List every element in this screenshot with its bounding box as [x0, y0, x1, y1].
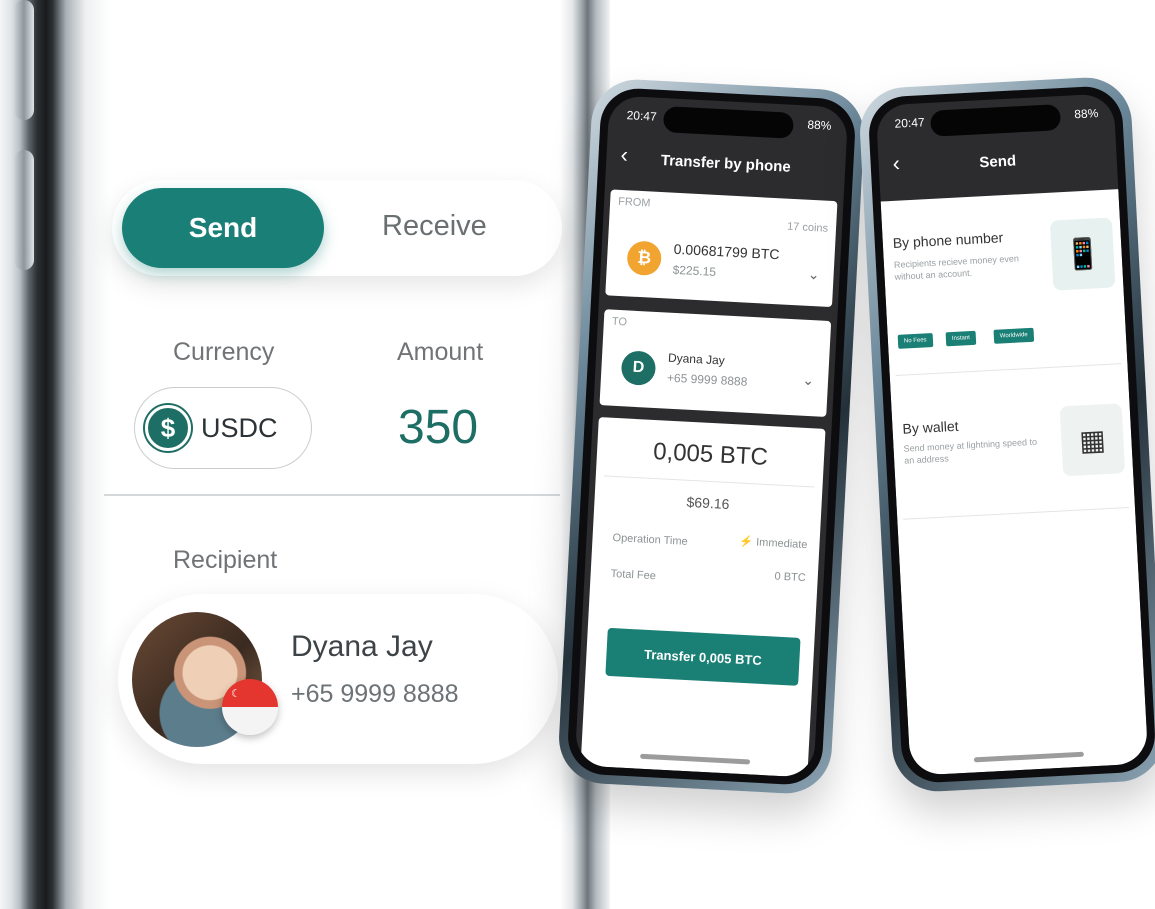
bitcoin-icon: ₿	[626, 240, 663, 277]
transfer-button[interactable]: Transfer 0,005 BTC	[605, 627, 801, 686]
operation-time-value: ⚡ Immediate	[739, 535, 808, 552]
send-receive-toggle: Send Receive	[112, 180, 562, 276]
status-time: 20:47	[626, 108, 658, 124]
from-label: FROM	[617, 195, 651, 210]
notch	[662, 106, 794, 139]
from-card[interactable]: FROM 17 coins ₿ 0.00681799 BTC $225.15 ⌄	[605, 189, 838, 308]
back-chevron-icon[interactable]: ‹	[620, 142, 629, 168]
currency-code: USDC	[201, 412, 278, 443]
total-fee-label: Total Fee	[610, 567, 657, 583]
operation-time-label: Operation Time	[612, 531, 688, 548]
send-options-phone: 20:47 88% ‹ Send By phone number Recipie…	[857, 75, 1155, 794]
amount-value[interactable]: 350	[398, 400, 478, 455]
volume-button	[14, 150, 34, 270]
to-label: TO	[611, 315, 628, 329]
recipient-label: Recipient	[173, 546, 278, 574]
transfer-amount[interactable]: 0,005 BTC	[596, 435, 824, 475]
divider	[104, 494, 560, 496]
status-battery: 88%	[807, 117, 832, 133]
amount-card: 0,005 BTC $69.16 Operation Time ⚡ Immedi…	[580, 417, 826, 778]
qr-code-icon: ▦	[1059, 403, 1126, 477]
notch	[929, 104, 1062, 137]
receive-tab[interactable]: Receive	[382, 210, 487, 243]
recipient-initial-avatar: D	[620, 350, 657, 386]
amount-number: 0,005	[652, 437, 714, 469]
to-card[interactable]: TO D Dyana Jay +65 9999 8888 ⌄	[599, 309, 832, 417]
chip-instant: Instant	[945, 330, 977, 347]
to-name: Dyana Jay	[667, 350, 726, 368]
by-phone-desc: Recipients recieve money even without an…	[893, 253, 1020, 282]
recipient-phone: +65 9999 8888	[291, 680, 459, 708]
chip-no-fees: No Fees	[897, 333, 934, 349]
phone-nfc-icon: 📱	[1049, 217, 1116, 291]
currency-label: Currency	[173, 338, 275, 366]
transfer-phone: 20:47 88% ‹ Transfer by phone FROM 17 co…	[556, 77, 867, 796]
send-tab[interactable]: Send	[122, 188, 324, 268]
screen-title: Send	[978, 151, 1017, 171]
screen-title: Transfer by phone	[660, 151, 792, 176]
to-phone: +65 9999 8888	[666, 370, 748, 389]
lightning-icon: ⚡	[739, 535, 754, 549]
send-options-panel: By phone number Recipients recieve money…	[880, 189, 1149, 776]
chevron-down-icon: ⌄	[807, 265, 821, 283]
status-battery: 88%	[1073, 106, 1099, 122]
recipient-card[interactable]: ☾ Dyana Jay +65 9999 8888	[118, 594, 558, 764]
singapore-flag-icon: ☾	[222, 679, 278, 735]
divider	[603, 475, 815, 488]
by-wallet-title: By wallet	[902, 417, 959, 437]
back-chevron-icon[interactable]: ‹	[892, 151, 901, 177]
chip-worldwide: Worldwide	[993, 327, 1035, 344]
screen-header: ‹ Transfer by phone	[605, 137, 846, 189]
recipient-name: Dyana Jay	[291, 630, 433, 663]
by-phone-option[interactable]: By phone number Recipients recieve money…	[881, 189, 1128, 371]
volume-button	[14, 0, 34, 120]
chevron-down-icon: ⌄	[801, 371, 815, 389]
currency-selector[interactable]: $ USDC	[134, 387, 312, 469]
by-phone-title: By phone number	[892, 229, 1004, 251]
left-phone-edge	[0, 0, 110, 909]
amount-label: Amount	[397, 338, 484, 366]
divider	[903, 506, 1130, 520]
usdc-icon: $	[145, 405, 191, 451]
by-wallet-option[interactable]: By wallet Send money at lightning speed …	[890, 367, 1134, 509]
operation-time-text: Immediate	[755, 536, 808, 552]
amount-usd: $69.16	[686, 493, 730, 513]
status-time: 20:47	[894, 115, 925, 131]
screen-header: ‹ Send	[878, 135, 1118, 187]
btc-usd: $225.15	[672, 262, 717, 280]
amount-unit: BTC	[719, 441, 769, 471]
coins-count: 17 coins	[786, 220, 829, 235]
btc-amount: 0.00681799 BTC	[673, 240, 780, 263]
total-fee-value: 0 BTC	[774, 570, 807, 585]
by-wallet-desc: Send money at lightning speed to an addr…	[903, 436, 1038, 466]
